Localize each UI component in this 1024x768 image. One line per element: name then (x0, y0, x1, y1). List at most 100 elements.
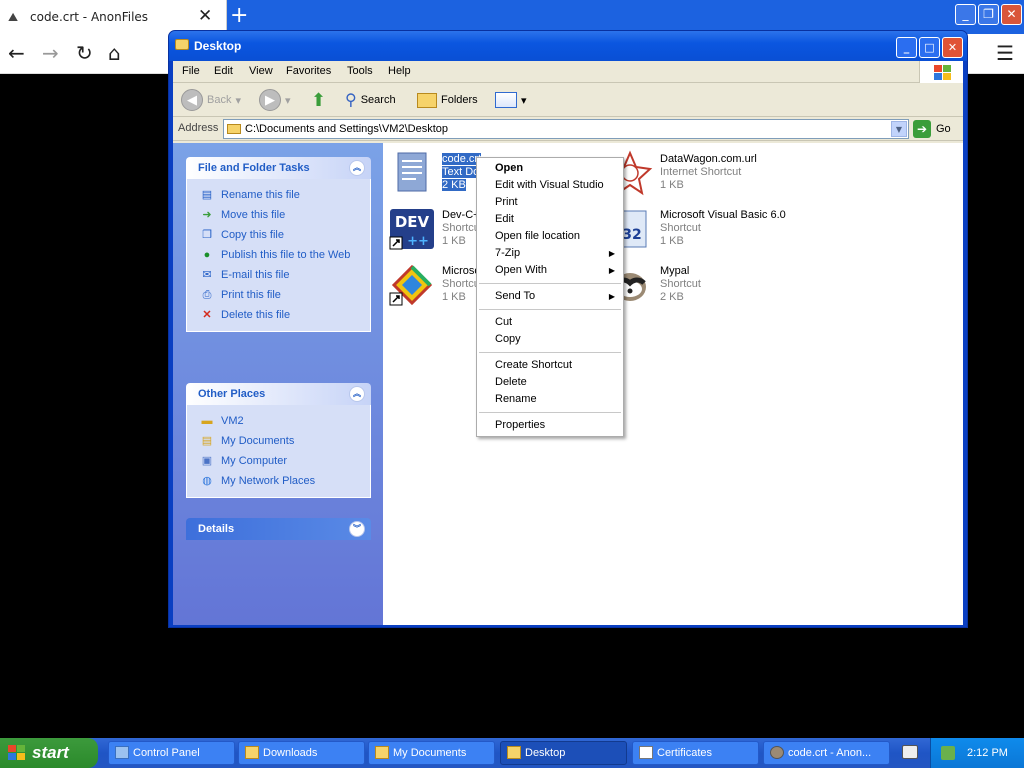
task-rename[interactable]: ▤ Rename this file (199, 185, 370, 205)
file-folder-tasks-panel: File and Folder Tasks ︽ ▤ Rename this fil… (186, 157, 371, 332)
menu-item-label: Print (495, 196, 518, 208)
place-label: My Network Places (221, 475, 316, 487)
menu-item-rename[interactable]: Rename (477, 391, 623, 408)
menu-item-print[interactable]: Print (477, 194, 623, 211)
search-button[interactable]: ⚲ Search (345, 88, 396, 112)
place-my-computer[interactable]: ▣ My Computer (199, 451, 370, 471)
menu-item-properties[interactable]: Properties (477, 417, 623, 434)
menu-item-send-to[interactable]: Send To ▶ (477, 288, 623, 305)
menu-separator (479, 283, 621, 284)
menu-item-7zip[interactable]: 7-Zip ▶ (477, 245, 623, 262)
minimize-button[interactable]: _ (896, 37, 917, 58)
taskbar-item-desktop[interactable]: Desktop (500, 741, 627, 765)
close-button[interactable]: ✕ (942, 37, 963, 58)
file-size: 1 KB (660, 235, 684, 247)
menu-item-cut[interactable]: Cut (477, 314, 623, 331)
file-type: Internet Shortcut (660, 166, 742, 178)
address-dropdown-icon[interactable]: ▼ (891, 121, 907, 137)
panel-title: Other Places (198, 388, 266, 400)
svg-text:DEV: DEV (395, 213, 430, 231)
panel-title: Details (198, 523, 235, 535)
place-network[interactable]: ◍ My Network Places (199, 471, 370, 491)
explorer-titlebar[interactable]: Desktop _ □ ✕ (169, 31, 967, 61)
views-button[interactable]: ▾ (495, 88, 527, 112)
taskbar-item-my-documents[interactable]: My Documents (368, 741, 495, 765)
menu-item-open-file-location[interactable]: Open file location (477, 228, 623, 245)
up-folder-button[interactable]: ⬆ (311, 88, 326, 112)
menu-edit[interactable]: Edit (214, 65, 233, 77)
task-email[interactable]: ✉ E-mail this file (199, 265, 370, 285)
collapse-chevron-icon[interactable]: ︽ (349, 160, 365, 176)
back-arrow-icon[interactable]: ← (8, 41, 25, 65)
panel-header[interactable]: File and Folder Tasks ︽ (186, 157, 371, 179)
file-size: 2 KB (442, 179, 466, 191)
menu-item-open[interactable]: Open (477, 160, 623, 177)
file-item[interactable]: Mypal Shortcut 2 KB (606, 261, 826, 311)
maximize-button[interactable]: □ (919, 37, 940, 58)
new-tab-button[interactable]: + (230, 3, 248, 28)
collapse-chevron-icon[interactable]: ︽ (349, 386, 365, 402)
menu-item-open-with[interactable]: Open With ▶ (477, 262, 623, 279)
menu-tools[interactable]: Tools (347, 65, 373, 77)
task-publish[interactable]: ● Publish this file to the Web (199, 245, 370, 265)
tab-close-icon[interactable]: ✕ (198, 6, 212, 26)
start-button[interactable]: start (0, 738, 98, 768)
task-delete[interactable]: ✕ Delete this file (199, 305, 370, 325)
panel-body: ▤ Rename this file ➜ Move this file ❐ Copy … (186, 179, 371, 332)
file-type: Shortcut (660, 222, 701, 234)
forward-button[interactable]: ▶ ▾ (259, 88, 291, 112)
task-copy[interactable]: ❐ Copy this file (199, 225, 370, 245)
folders-button[interactable]: Folders (417, 88, 478, 112)
window-title: Desktop (194, 39, 242, 53)
forward-dropdown-icon[interactable]: ▾ (285, 94, 291, 107)
menu-file[interactable]: File (182, 65, 200, 77)
go-button[interactable]: ➔ Go (913, 120, 951, 138)
browser-restore-button[interactable]: ❐ (978, 4, 999, 25)
menu-help[interactable]: Help (388, 65, 411, 77)
address-input[interactable]: C:\Documents and Settings\VM2\Desktop ▼ (223, 119, 909, 139)
back-button[interactable]: ◀ Back ▾ (181, 88, 241, 112)
file-item[interactable]: 32 Microsoft Visual Basic 6.0 Shortcut 1… (606, 205, 826, 255)
views-icon (495, 92, 517, 108)
taskbar-item-downloads[interactable]: Downloads (238, 741, 365, 765)
certificates-icon (639, 746, 653, 759)
taskbar-item-control-panel[interactable]: Control Panel (108, 741, 235, 765)
browser-tab[interactable]: ⛰ code.crt - AnonFiles ✕ (0, 0, 227, 34)
menu-item-copy[interactable]: Copy (477, 331, 623, 348)
reload-icon[interactable]: ↻ (76, 41, 93, 65)
browser-minimize-button[interactable]: _ (955, 4, 976, 25)
taskbar-item-certificates[interactable]: Certificates (632, 741, 759, 765)
task-move[interactable]: ➜ Move this file (199, 205, 370, 225)
menu-view[interactable]: View (249, 65, 273, 77)
task-label: Publish this file to the Web (221, 249, 351, 261)
forward-arrow-icon[interactable]: → (42, 41, 59, 65)
menu-item-edit-visual-studio[interactable]: Edit with Visual Studio (477, 177, 623, 194)
other-places-panel: Other Places ︽ ▬ VM2 ▤ My Documents ▣ My Co… (186, 383, 371, 498)
menu-favorites[interactable]: Favorites (286, 65, 331, 77)
forward-arrow-icon: ▶ (259, 89, 281, 111)
panel-header[interactable]: Other Places ︽ (186, 383, 371, 405)
task-pane: File and Folder Tasks ︽ ▤ Rename this fil… (173, 143, 383, 625)
place-my-documents[interactable]: ▤ My Documents (199, 431, 370, 451)
task-label: My Documents (393, 747, 467, 759)
folders-icon (417, 92, 437, 108)
keyboard-icon[interactable] (902, 745, 918, 759)
tray-app-icon[interactable] (941, 746, 955, 760)
home-icon[interactable]: ⌂ (108, 41, 121, 65)
browser-close-button[interactable]: ✕ (1001, 4, 1022, 25)
clock[interactable]: 2:12 PM (967, 738, 1008, 768)
back-dropdown-icon[interactable]: ▾ (235, 94, 241, 107)
browser-menu-icon[interactable]: ☰ (996, 41, 1014, 65)
place-label: My Computer (221, 455, 288, 467)
menu-item-create-shortcut[interactable]: Create Shortcut (477, 357, 623, 374)
taskbar-item-browser[interactable]: code.crt - Anon... (763, 741, 890, 765)
expand-chevron-icon[interactable]: ︾ (349, 521, 365, 537)
task-print[interactable]: ⎙ Print this file (199, 285, 370, 305)
panel-header[interactable]: Details ︾ (186, 518, 371, 540)
move-icon: ➜ (202, 209, 212, 221)
file-item[interactable]: DataWagon.com.url Internet Shortcut 1 KB (606, 149, 826, 199)
menu-item-edit[interactable]: Edit (477, 211, 623, 228)
menu-item-label: Open With (495, 264, 547, 276)
place-vm2[interactable]: ▬ VM2 (199, 411, 370, 431)
menu-item-delete[interactable]: Delete (477, 374, 623, 391)
